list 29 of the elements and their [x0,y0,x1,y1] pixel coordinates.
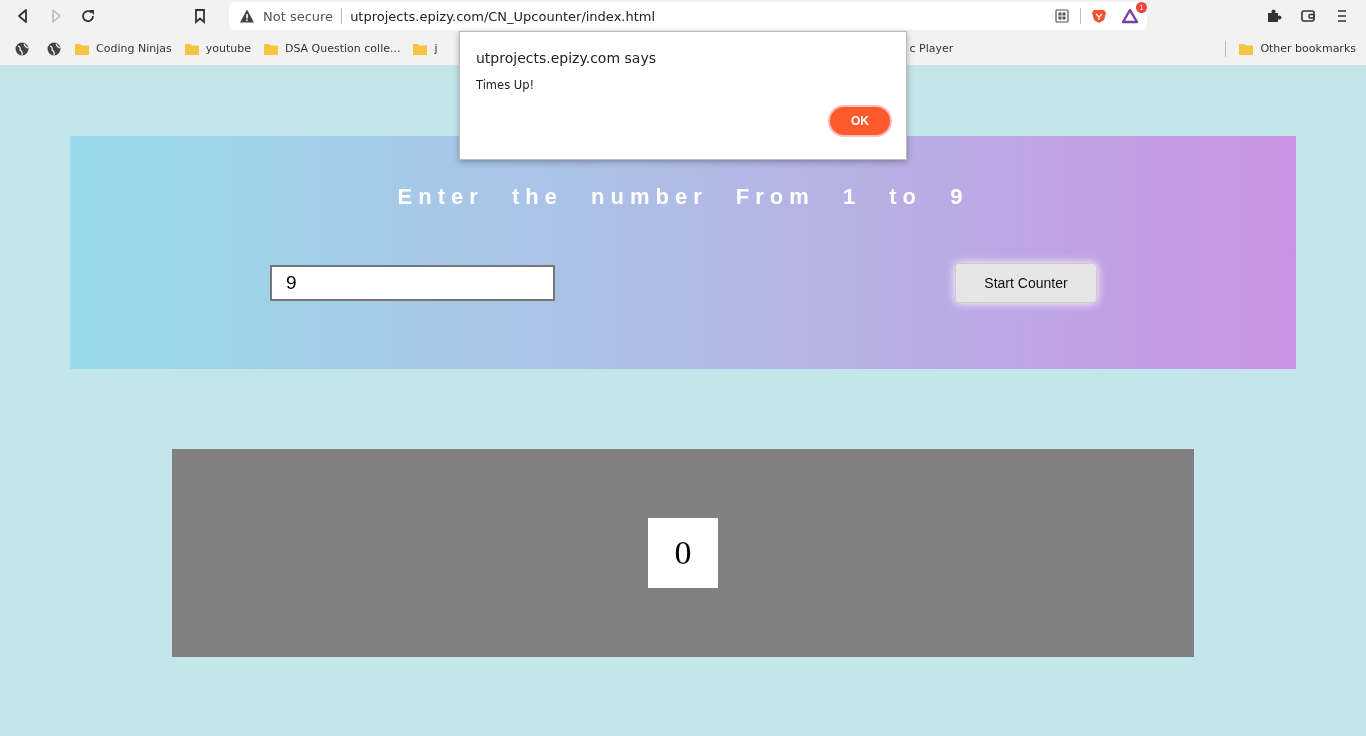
other-bookmarks[interactable]: Other bookmarks [1238,41,1356,56]
number-input[interactable]: 9 [270,265,555,301]
bookmark-item[interactable]: DSA Question colle... [262,41,401,56]
folder-icon [74,41,90,56]
bookmark-item[interactable]: Coding Ninjas [74,41,172,56]
bookmark-item[interactable]: j [412,41,438,56]
dialog-message: Times Up! [476,78,536,92]
folder-icon [183,41,200,56]
counter-digit: 0 [648,518,718,588]
bookmark-item[interactable]: c Player [909,42,954,55]
warning-icon [239,8,255,24]
start-counter-button[interactable]: Start Counter [955,263,1097,303]
dialog-title: utprojects.epizy.com says [476,50,657,66]
triangle-rewards-icon[interactable] [1121,8,1139,24]
folder-icon [1238,41,1255,56]
security-label: Not secure [263,8,334,24]
lion-shield-icon[interactable] [1091,8,1107,24]
heading: Enter the number From 1 to 9 [396,184,970,210]
folder-icon [262,41,279,56]
globe-icon[interactable] [14,40,30,57]
puzzle-icon[interactable] [1266,8,1282,24]
folder-icon [412,41,429,56]
qr-code-icon[interactable] [1054,8,1070,24]
wallet-icon[interactable] [1300,8,1316,24]
reload-icon[interactable] [80,8,96,24]
bookmark-icon[interactable] [192,8,208,24]
globe-icon[interactable] [46,40,62,57]
url-text: utprojects.epizy.com/CN_Upcounter/index.html [350,8,656,24]
bookmark-item[interactable]: youtube [183,41,251,56]
